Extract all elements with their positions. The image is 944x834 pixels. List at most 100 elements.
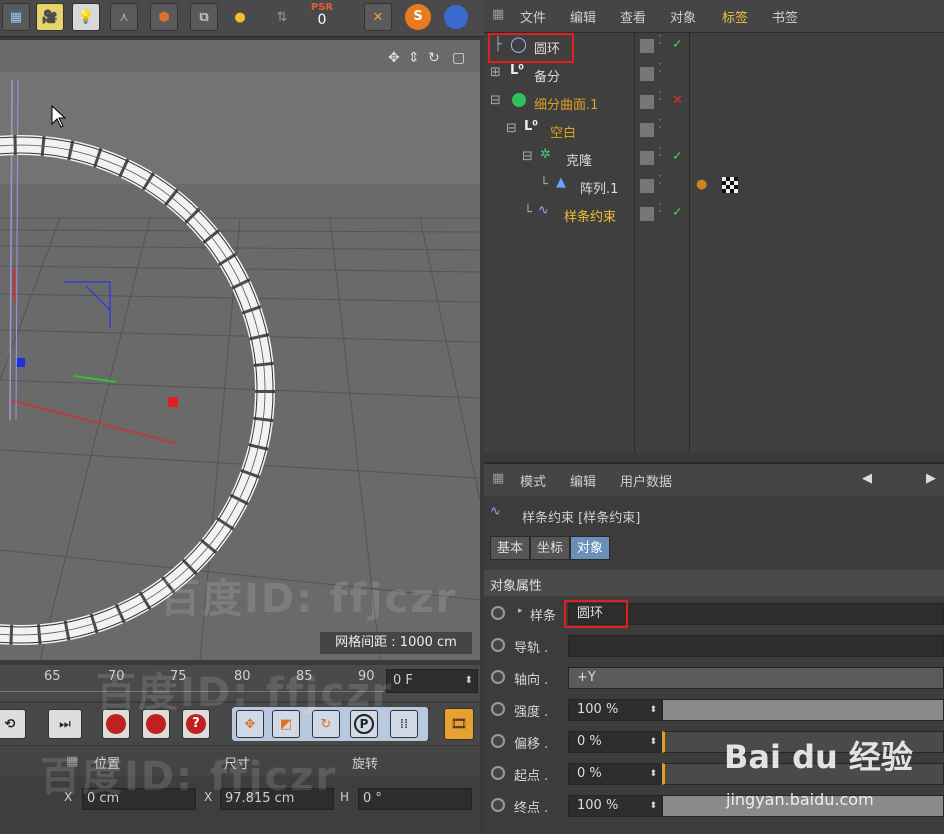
- object-row-backup[interactable]: ⊞ L⁰ 备分 ⁚: [484, 61, 944, 89]
- tab-basic[interactable]: 基本: [490, 536, 531, 560]
- enabled-check-icon[interactable]: ✓: [672, 205, 683, 220]
- timeline-window-button[interactable]: 🎞: [444, 708, 474, 740]
- current-frame-field[interactable]: 0 F ⬍: [386, 669, 478, 693]
- record-button[interactable]: [102, 709, 130, 739]
- zoom-view-icon[interactable]: ⇕: [408, 50, 420, 66]
- animate-radio[interactable]: [491, 702, 505, 716]
- end-field[interactable]: 100 % ⬍: [568, 795, 662, 817]
- menu-bookmarks[interactable]: 书签: [772, 7, 798, 26]
- object-row-spline-wrap[interactable]: └ ∿ 样条约束 ⁚ ✓: [484, 201, 944, 229]
- key-scale-button[interactable]: ◩: [272, 710, 300, 738]
- visibility-dots-icon[interactable]: ⁚: [658, 90, 662, 102]
- visibility-editor-icon[interactable]: [640, 39, 654, 53]
- animate-radio[interactable]: [491, 670, 505, 684]
- prop-label: 样条: [530, 609, 557, 624]
- collapse-minus-icon[interactable]: ⊟: [490, 93, 501, 108]
- auto-key-button[interactable]: [142, 709, 170, 739]
- deformer-button[interactable]: ⋏: [110, 3, 138, 31]
- material-tag-icon[interactable]: ●: [696, 177, 707, 192]
- key-help-button[interactable]: ?: [182, 709, 210, 739]
- tab-coord[interactable]: 坐标: [530, 536, 571, 560]
- axis-button[interactable]: ●: [226, 3, 254, 31]
- enabled-check-icon[interactable]: ✓: [672, 149, 683, 164]
- position-x-field[interactable]: 0 cm: [82, 788, 196, 810]
- stepper-icon[interactable]: ⬍: [649, 732, 657, 752]
- axis-dropdown[interactable]: +Y: [568, 667, 944, 689]
- menu-view[interactable]: 查看: [620, 7, 646, 26]
- camera-button[interactable]: 🎥: [36, 3, 64, 31]
- visibility-editor-icon[interactable]: [640, 95, 654, 109]
- visibility-dots-icon[interactable]: ⁚: [658, 62, 662, 74]
- snap-button[interactable]: ✕: [364, 3, 392, 31]
- rotate-view-icon[interactable]: ↻: [428, 50, 440, 66]
- visibility-editor-icon[interactable]: [640, 67, 654, 81]
- visibility-dots-icon[interactable]: ⁚: [658, 118, 662, 130]
- psr-button[interactable]: PSR 0: [304, 2, 340, 32]
- rail-link-field[interactable]: [568, 635, 944, 657]
- menu-mode[interactable]: 模式: [520, 471, 546, 490]
- disabled-cross-icon[interactable]: ✕: [672, 93, 683, 108]
- loop-button[interactable]: ⟲: [0, 709, 26, 739]
- back-arrow-icon[interactable]: ◀: [862, 471, 872, 486]
- sort-button[interactable]: ⇅: [268, 3, 296, 31]
- maximize-view-icon[interactable]: ▢: [452, 50, 465, 66]
- forward-arrow-icon[interactable]: ▶: [926, 471, 936, 486]
- key-rotation-button[interactable]: ↻: [312, 710, 340, 738]
- object-row-subdivision[interactable]: ⊟ 细分曲面.1 ⁚ ✕: [484, 89, 944, 117]
- animate-radio[interactable]: [491, 734, 505, 748]
- key-parameter-button[interactable]: P: [350, 710, 378, 738]
- collapse-minus-icon[interactable]: ⊟: [522, 149, 533, 164]
- visibility-dots-icon[interactable]: ⁚: [658, 146, 662, 158]
- texture-tag-icon[interactable]: [722, 177, 738, 193]
- size-x-field[interactable]: 97.815 cm: [220, 788, 334, 810]
- object-row-array[interactable]: └ ▲ 阵列.1 ⁚ ●: [484, 173, 944, 201]
- render-button[interactable]: [442, 3, 470, 31]
- tab-object[interactable]: 对象: [570, 536, 611, 560]
- expand-triangle-icon[interactable]: ▸: [518, 606, 523, 616]
- start-field[interactable]: 0 % ⬍: [568, 763, 662, 785]
- stepper-icon[interactable]: ⬍: [649, 796, 657, 816]
- viewport[interactable]: ✥ ⇕ ↻ ▢ 网格间距 : 1000 cm: [0, 40, 480, 660]
- menu-edit[interactable]: 编辑: [570, 7, 596, 26]
- menu-user-data[interactable]: 用户数据: [620, 471, 672, 490]
- rotation-h-field[interactable]: 0 °: [358, 788, 472, 810]
- z-axis-handle[interactable]: [16, 358, 25, 367]
- animate-radio[interactable]: [491, 798, 505, 812]
- animate-radio[interactable]: [491, 766, 505, 780]
- enabled-check-icon[interactable]: ✓: [672, 37, 683, 52]
- key-pla-button[interactable]: ⁞⁞: [390, 710, 418, 738]
- move-view-icon[interactable]: ✥: [388, 50, 400, 66]
- x-axis-handle[interactable]: [168, 397, 178, 407]
- timeline-ruler[interactable]: 65 70 75 80 85 90 0 F ⬍: [0, 665, 480, 701]
- psr-value: 0: [317, 12, 327, 28]
- key-position-button[interactable]: ✥: [236, 710, 264, 738]
- menu-objects[interactable]: 对象: [670, 7, 696, 26]
- visibility-editor-icon[interactable]: [640, 151, 654, 165]
- light-button[interactable]: 💡: [72, 3, 100, 31]
- visibility-editor-icon[interactable]: [640, 179, 654, 193]
- menu-file[interactable]: 文件: [520, 7, 546, 26]
- visibility-dots-icon[interactable]: ⁚: [658, 202, 662, 214]
- visibility-editor-icon[interactable]: [640, 123, 654, 137]
- visibility-dots-icon[interactable]: ⁚: [658, 34, 662, 46]
- visibility-dots-icon[interactable]: ⁚: [658, 174, 662, 186]
- menu-edit[interactable]: 编辑: [570, 471, 596, 490]
- goto-end-button[interactable]: ⏭: [48, 709, 82, 739]
- expand-plus-icon[interactable]: ⊞: [490, 65, 501, 80]
- strength-field[interactable]: 100 % ⬍: [568, 699, 662, 721]
- s-button[interactable]: S: [404, 3, 432, 31]
- menu-tags[interactable]: 标签: [722, 7, 748, 26]
- frame-button[interactable]: ⧉: [190, 3, 218, 31]
- stepper-icon[interactable]: ⬍: [649, 764, 657, 784]
- grid-tool-button[interactable]: ▦: [2, 3, 30, 31]
- object-row-null[interactable]: ⊟ L⁰ 空白 ⁚: [484, 117, 944, 145]
- cube-button[interactable]: ⬢: [150, 3, 178, 31]
- stepper-icon[interactable]: ⬍: [649, 700, 657, 720]
- strength-slider[interactable]: [662, 699, 944, 721]
- object-row-cloner[interactable]: ⊟ ✲ 克隆 ⁚ ✓: [484, 145, 944, 173]
- visibility-editor-icon[interactable]: [640, 207, 654, 221]
- offset-field[interactable]: 0 % ⬍: [568, 731, 662, 753]
- animate-radio[interactable]: [491, 638, 505, 652]
- collapse-minus-icon[interactable]: ⊟: [506, 121, 517, 136]
- animate-radio[interactable]: [491, 606, 505, 620]
